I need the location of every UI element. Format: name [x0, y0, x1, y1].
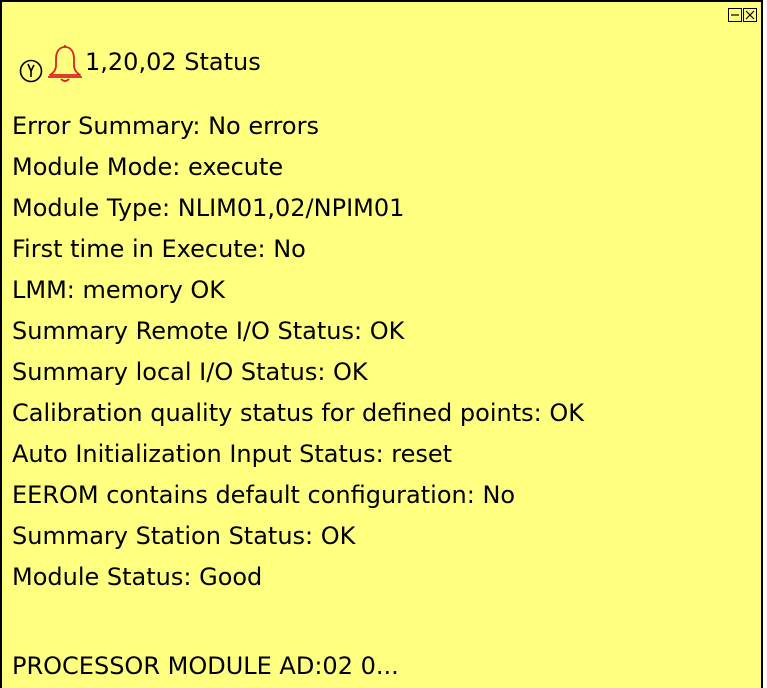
list-item: First time in Execute: No: [12, 235, 306, 263]
title-row: 1,20,02 Status: [18, 42, 261, 88]
minimize-icon: [731, 14, 739, 16]
list-item: Error Summary: No errors: [12, 112, 319, 140]
minimize-button[interactable]: [728, 8, 742, 22]
window-controls: [728, 8, 757, 22]
list-item: LMM: memory OK: [12, 276, 226, 304]
close-button[interactable]: [743, 8, 757, 22]
list-item: Module Type: NLIM01,02/NPIM01: [12, 194, 405, 222]
window-title: 1,20,02 Status: [85, 48, 261, 76]
status-list: Error Summary: No errors Module Mode: ex…: [12, 106, 584, 598]
list-item: Summary local I/O Status: OK: [12, 358, 368, 386]
list-item: EEROM contains default configuration: No: [12, 481, 516, 509]
close-icon: [745, 10, 755, 20]
list-item: Summary Remote I/O Status: OK: [12, 317, 405, 345]
list-item: Module Status: Good: [12, 563, 263, 591]
clock-icon: [18, 58, 44, 88]
status-panel: 1,20,02 Status Error Summary: No errors …: [0, 0, 763, 688]
processor-module-footer: PROCESSOR MODULE AD:02 0...: [12, 652, 399, 680]
list-item: Summary Station Status: OK: [12, 522, 356, 550]
list-item: Module Mode: execute: [12, 153, 284, 181]
list-item: Calibration quality status for defined p…: [12, 399, 584, 427]
bell-icon: [46, 44, 84, 88]
list-item: Auto Initialization Input Status: reset: [12, 440, 453, 468]
